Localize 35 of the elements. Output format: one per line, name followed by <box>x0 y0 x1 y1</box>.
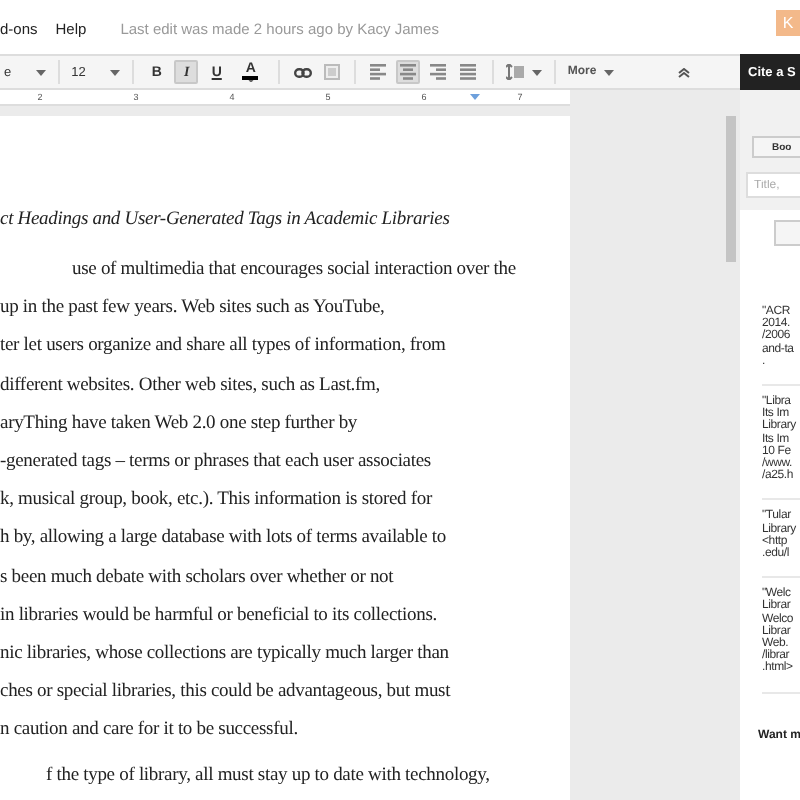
paragraph-line: k, musical group, book, etc.). This information is stored for <box>0 488 435 515</box>
caret-icon <box>245 79 256 82</box>
paragraph-line: -generated tags – terms or phrases that each user associates <box>0 449 433 476</box>
caret-icon <box>35 69 46 75</box>
comment-icon[interactable] <box>323 64 340 80</box>
collapse-icon[interactable] <box>678 67 690 77</box>
align-center-button[interactable] <box>396 60 421 84</box>
caret-icon <box>109 69 120 75</box>
line-spacing-button[interactable] <box>501 64 546 80</box>
align-justify-icon <box>460 64 477 80</box>
paragraph-line: aryThing have taken Web 2.0 one step further by <box>0 411 360 438</box>
link-icon[interactable] <box>293 67 312 77</box>
paragraph-line: f the type of library, all must stay up to date with technology, <box>44 766 492 787</box>
paragraph-line: n caution and care for it to be successful. <box>0 718 300 745</box>
align-justify-button[interactable] <box>456 60 481 84</box>
paragraph-line: different websites. Other web sites, such as Last.fm, <box>0 373 383 400</box>
align-right-icon <box>430 64 447 80</box>
paragraph-line: in libraries would be harmful or beneficial to its collections. <box>0 603 439 630</box>
paragraph-line: s been much debate with scholars over whether or not <box>0 565 396 591</box>
indent-marker-icon[interactable] <box>470 94 480 100</box>
caret-icon <box>604 69 615 75</box>
scrollbar-thumb[interactable] <box>726 116 736 262</box>
paragraph-line: ter let users organize and share all types of information, from <box>0 334 448 361</box>
align-left-icon <box>370 64 387 80</box>
paragraph-line: up in the past few years. Web sites such as YouTube, <box>0 296 387 323</box>
align-right-button[interactable] <box>426 60 451 84</box>
align-left-button[interactable] <box>366 60 391 84</box>
line-spacing-icon <box>505 64 524 80</box>
document-heading: ct Headings and User-Generated Tags in Academic Libraries <box>0 210 452 230</box>
align-center-icon <box>400 64 417 80</box>
paragraph-line: ches or special libraries, this could be advantageous, but must <box>0 680 453 707</box>
caret-icon <box>531 69 542 75</box>
paragraph-line: use of multimedia that encourages social interaction over the <box>70 258 518 284</box>
paragraph-line: nic libraries, whose collections are typically much larger than <box>0 641 451 668</box>
paragraph-line: h by, allowing a large database with lots of terms available to <box>0 526 448 553</box>
